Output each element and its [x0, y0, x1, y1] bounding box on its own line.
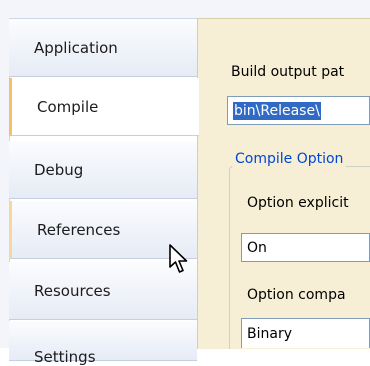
option-explicit-value: On: [247, 239, 267, 256]
option-compare-select[interactable]: Binary: [241, 318, 370, 348]
tab-compile-label: Compile: [37, 97, 99, 116]
project-properties-window: Application Compile Debug References Res…: [0, 0, 370, 366]
tab-debug[interactable]: Debug: [9, 141, 197, 199]
tab-debug-label: Debug: [34, 160, 84, 179]
build-output-path-label: Build output pat: [231, 64, 345, 80]
build-output-path-input[interactable]: bin\Release\: [227, 96, 370, 125]
tab-application-label: Application: [34, 38, 118, 57]
tab-application[interactable]: Application: [9, 19, 197, 77]
build-output-path-value: bin\Release\: [233, 101, 321, 120]
option-compare-label: Option compa: [247, 287, 346, 303]
tab-resources-label: Resources: [34, 281, 111, 300]
compile-options-title: Compile Option: [232, 151, 347, 167]
mouse-pointer-arrow-icon: [169, 244, 188, 273]
option-compare-value: Binary: [247, 325, 292, 342]
tab-settings[interactable]: Settings: [9, 321, 197, 366]
tab-compile[interactable]: Compile: [9, 78, 199, 136]
option-explicit-select[interactable]: On: [241, 233, 370, 262]
option-explicit-label: Option explicit: [247, 195, 349, 211]
tab-references-label: References: [37, 220, 121, 239]
tab-settings-label: Settings: [34, 348, 96, 366]
